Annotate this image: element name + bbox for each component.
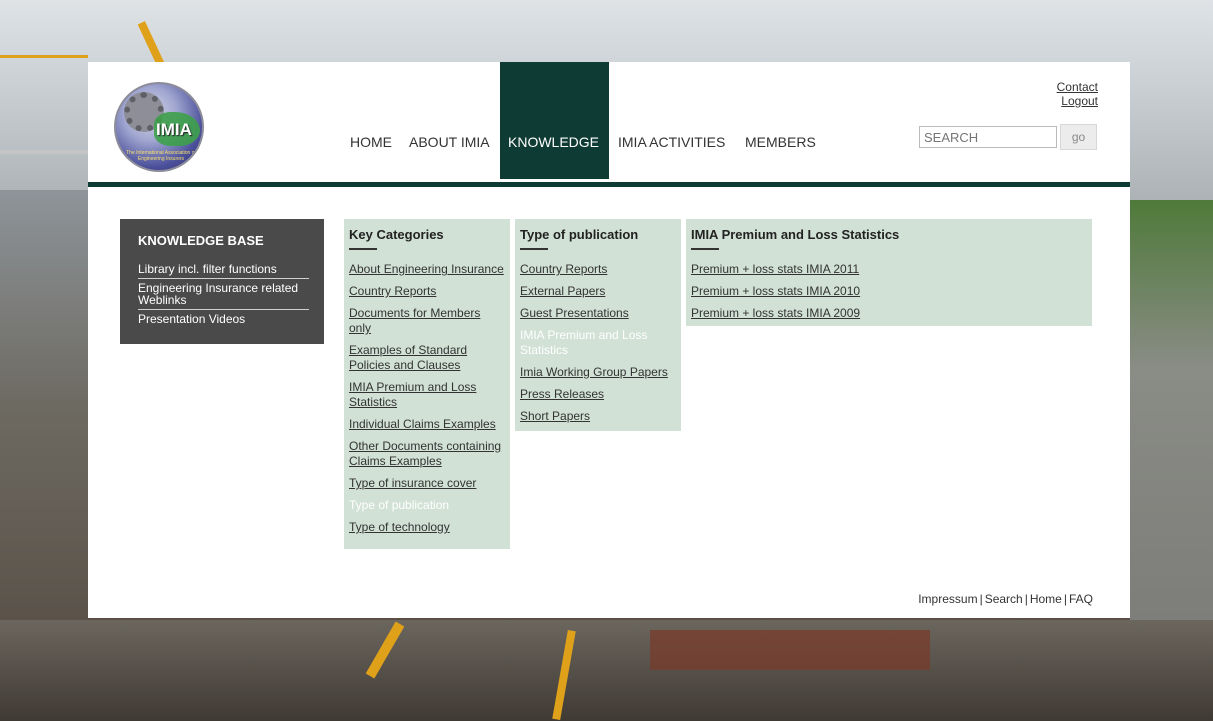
nav-knowledge[interactable]: KNOWLEDGE (500, 62, 609, 179)
nav-imia-activities[interactable]: IMIA ACTIVITIES (618, 62, 725, 179)
key-categories-panel: Key Categories About Engineering Insuran… (344, 219, 510, 549)
search-go-button[interactable]: go (1060, 124, 1097, 150)
footer-faq[interactable]: FAQ (1069, 592, 1093, 606)
category-link[interactable]: Examples of Standard Policies and Clause… (349, 343, 504, 373)
knowledge-base-menu: KNOWLEDGE BASE Library incl. filter func… (120, 219, 324, 344)
category-link[interactable]: Type of insurance cover (349, 476, 504, 491)
contact-link[interactable]: Contact (1057, 80, 1098, 94)
header-divider (88, 182, 1130, 187)
nav-members[interactable]: MEMBERS (745, 62, 816, 179)
stats-link[interactable]: Premium + loss stats IMIA 2011 (691, 262, 1086, 277)
footer-search[interactable]: Search (985, 592, 1023, 606)
page-container: IMIA The International Association of En… (88, 62, 1130, 618)
category-link[interactable]: Individual Claims Examples (349, 417, 504, 432)
publication-link[interactable]: Imia Working Group Papers (520, 365, 675, 380)
publication-link[interactable]: Press Releases (520, 387, 675, 402)
kb-item-weblinks[interactable]: Engineering Insurance related Weblinks (138, 279, 309, 310)
footer-sep: | (1063, 592, 1067, 606)
kb-item-videos[interactable]: Presentation Videos (138, 310, 309, 328)
publication-link[interactable]: Guest Presentations (520, 306, 675, 321)
title-rule (691, 248, 719, 250)
logo-tagline: The International Association of Enginee… (126, 150, 196, 162)
publication-link-current[interactable]: IMIA Premium and Loss Statistics (520, 328, 675, 358)
logo-word: IMIA (156, 120, 192, 139)
stats-link[interactable]: Premium + loss stats IMIA 2010 (691, 284, 1086, 299)
category-link[interactable]: IMIA Premium and Loss Statistics (349, 380, 504, 410)
knowledge-base-title: KNOWLEDGE BASE (138, 233, 264, 248)
category-link-current[interactable]: Type of publication (349, 498, 504, 513)
type-of-publication-panel: Type of publication Country Reports Exte… (515, 219, 681, 431)
footer-sep: | (979, 592, 983, 606)
imia-logo[interactable]: IMIA The International Association of En… (114, 82, 204, 172)
footer-home[interactable]: Home (1030, 592, 1062, 606)
account-links: Contact Logout (1057, 80, 1098, 108)
logout-link[interactable]: Logout (1057, 94, 1098, 108)
footer-links: Impressum | Search | Home | FAQ (917, 592, 1094, 606)
category-link[interactable]: Documents for Members only (349, 306, 504, 336)
category-link[interactable]: Country Reports (349, 284, 504, 299)
publication-link[interactable]: External Papers (520, 284, 675, 299)
footer-impressum[interactable]: Impressum (918, 592, 977, 606)
category-link[interactable]: Type of technology (349, 520, 504, 535)
key-categories-title: Key Categories (349, 227, 444, 242)
title-rule (520, 248, 548, 250)
title-rule (349, 248, 377, 250)
publication-link[interactable]: Short Papers (520, 409, 675, 424)
footer-sep: | (1024, 592, 1028, 606)
category-link[interactable]: Other Documents containing Claims Exampl… (349, 439, 504, 469)
premium-stats-title: IMIA Premium and Loss Statistics (691, 227, 900, 242)
search-input[interactable] (919, 126, 1057, 148)
publication-link[interactable]: Country Reports (520, 262, 675, 277)
stats-link[interactable]: Premium + loss stats IMIA 2009 (691, 306, 1086, 321)
nav-about-imia[interactable]: ABOUT IMIA (409, 62, 490, 179)
nav-home[interactable]: HOME (350, 62, 392, 179)
premium-stats-panel: IMIA Premium and Loss Statistics Premium… (686, 219, 1092, 326)
kb-item-library[interactable]: Library incl. filter functions (138, 260, 309, 279)
type-of-publication-title: Type of publication (520, 227, 639, 242)
category-link[interactable]: About Engineering Insurance (349, 262, 504, 277)
